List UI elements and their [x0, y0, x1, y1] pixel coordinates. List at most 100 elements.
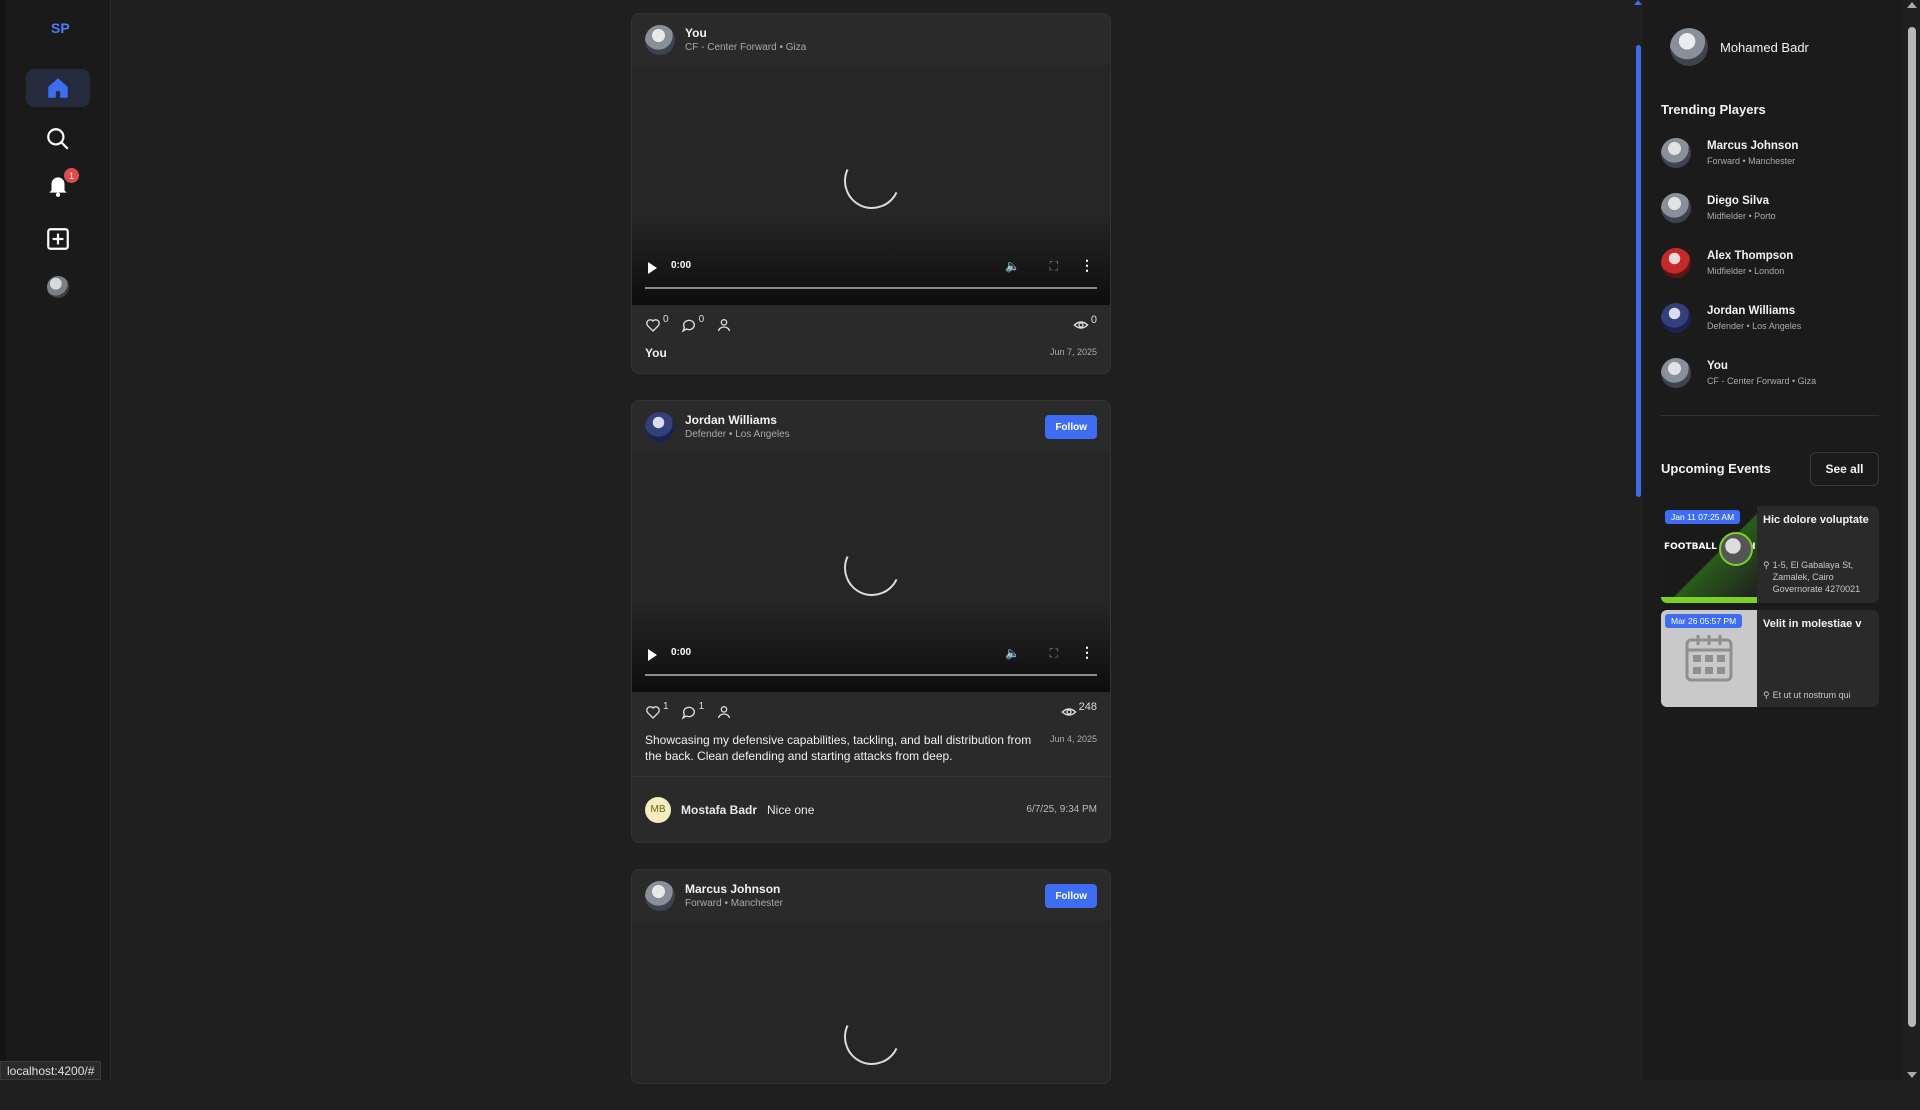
avatar[interactable] [645, 24, 675, 55]
trending-player-item[interactable]: Jordan Williams Defender • Los Angeles [1661, 303, 1801, 333]
like-button[interactable]: 1 [645, 701, 669, 720]
event-location: ⚲ Et ut ut nostrum qui [1763, 689, 1873, 701]
player-name: You [1707, 360, 1728, 372]
play-icon[interactable] [648, 262, 657, 274]
volume-icon[interactable]: 🔈 [1005, 646, 1020, 660]
trending-player-item[interactable]: You CF - Center Forward • Giza [1661, 358, 1816, 388]
play-icon[interactable] [648, 649, 657, 661]
video-player[interactable] [632, 921, 1110, 1083]
player-name: Diego Silva [1707, 195, 1769, 207]
user-icon [718, 706, 731, 719]
fullscreen-icon[interactable]: ⛶ [1050, 646, 1058, 661]
event-location: ⚲ 1-5, El Gabalaya St, Zamalek, Cairo Go… [1763, 559, 1873, 595]
avatar[interactable] [645, 411, 675, 442]
video-player[interactable]: 0:00 🔈 ⛶ ⋮ [632, 452, 1110, 692]
post-caption-row: You Jun 7, 2025 [632, 345, 1110, 373]
video-controls: 0:00 🔈 ⛶ ⋮ [632, 638, 1110, 692]
video-progress-bar[interactable] [645, 674, 1097, 676]
avatar [1661, 193, 1691, 223]
event-thumbnail: Mar 26 05:57 PM [1661, 610, 1757, 707]
feed: You CF - Center Forward • Giza 0:00 🔈 ⛶ … [631, 13, 1111, 1110]
current-user-name: Mohamed Badr [1720, 39, 1809, 55]
more-options-icon[interactable]: ⋮ [1080, 644, 1094, 661]
post-author[interactable]: Marcus Johnson [685, 882, 783, 896]
post-header: Jordan Williams Defender • Los Angeles F… [632, 401, 1110, 452]
post-caption: Showcasing my defensive capabilities, ta… [645, 733, 1032, 763]
trending-player-item[interactable]: Diego Silva Midfielder • Porto [1661, 193, 1776, 223]
video-player[interactable]: 0:00 🔈 ⛶ ⋮ [632, 65, 1110, 305]
scroll-down-arrow-icon[interactable] [1907, 1072, 1917, 1078]
nav-search-button[interactable] [26, 120, 90, 158]
page-scrollbar-thumb[interactable] [1908, 27, 1916, 1027]
player-meta: Midfielder • London [1707, 266, 1785, 276]
see-all-events-button[interactable]: See all [1810, 452, 1879, 486]
post-card: You CF - Center Forward • Giza 0:00 🔈 ⛶ … [631, 13, 1111, 374]
post-card: Marcus Johnson Forward • Manchester Foll… [631, 869, 1111, 1084]
upcoming-events-heading: Upcoming Events [1661, 461, 1771, 476]
football-icon [1719, 532, 1753, 566]
video-controls: 0:00 🔈 ⛶ ⋮ [632, 251, 1110, 305]
notification-badge: 1 [64, 168, 79, 183]
event-card[interactable]: Mar 26 05:57 PM Velit in molestiae v ⚲ E… [1661, 610, 1879, 707]
fullscreen-icon[interactable]: ⛶ [1050, 259, 1058, 274]
eye-icon [1060, 708, 1077, 716]
post-caption: You [645, 346, 667, 360]
follow-button[interactable]: Follow [1045, 415, 1097, 439]
eye-icon [1073, 321, 1089, 329]
heart-icon [646, 319, 660, 332]
calendar-icon [1685, 635, 1733, 682]
profile-link-button[interactable] [716, 704, 732, 720]
follow-button[interactable]: Follow [1045, 884, 1097, 908]
post-card: Jordan Williams Defender • Los Angeles F… [631, 400, 1111, 843]
nav-profile-button[interactable] [26, 268, 90, 306]
page-scrollbar[interactable] [1903, 0, 1920, 1080]
comment-author[interactable]: Mostafa Badr [681, 803, 757, 817]
location-pin-icon: ⚲ [1763, 560, 1770, 570]
event-location-text: 1-5, El Gabalaya St, Zamalek, Cairo Gove… [1772, 560, 1861, 594]
nav-notifications-button[interactable] [26, 166, 90, 204]
comment-icon [681, 706, 695, 720]
comment-button[interactable]: 1 [681, 701, 705, 720]
trending-player-item[interactable]: Alex Thompson Midfielder • London [1661, 248, 1793, 278]
event-date-badge: Jan 11 07:25 AM [1665, 510, 1741, 524]
avatar[interactable] [645, 880, 675, 911]
post-actions: 0 0 0 [632, 305, 1110, 345]
post-meta: CF - Center Forward • Giza [685, 42, 807, 53]
post-author[interactable]: You [685, 26, 806, 40]
avatar[interactable]: MB [645, 796, 671, 823]
comment-count: 0 [698, 314, 705, 325]
comment-button[interactable]: 0 [681, 314, 705, 333]
video-progress-bar[interactable] [645, 287, 1097, 289]
post-meta: Defender • Los Angeles [685, 429, 790, 440]
video-time: 0:00 [671, 647, 692, 658]
feed-scrollbar-thumb[interactable] [1636, 45, 1641, 497]
event-date-badge: Mar 26 05:57 PM [1665, 614, 1743, 628]
avatar [1661, 358, 1691, 388]
player-meta: Midfielder • Porto [1707, 211, 1776, 221]
like-button[interactable]: 0 [645, 314, 669, 333]
event-card[interactable]: FOOTBALL MATCH Jan 11 07:25 AM Hic dolor… [1661, 506, 1879, 603]
post-author[interactable]: Jordan Williams [685, 413, 790, 427]
status-bar-url: localhost:4200/# [0, 1061, 102, 1080]
loading-spinner-icon [836, 532, 908, 604]
home-icon [48, 78, 68, 98]
current-user[interactable]: Mohamed Badr [1670, 28, 1809, 66]
volume-icon[interactable]: 🔈 [1005, 259, 1020, 273]
nav-create-button[interactable] [26, 220, 90, 258]
nav-home-button[interactable] [26, 69, 90, 107]
app-logo[interactable]: SP [51, 20, 70, 36]
comment-item: MB Mostafa Badr Nice one 6/7/25, 9:34 PM [632, 776, 1110, 842]
right-sidebar: Mohamed Badr Trending Players Marcus Joh… [1643, 0, 1903, 1080]
comment-time: 6/7/25, 9:34 PM [1026, 804, 1097, 815]
scroll-up-arrow-icon[interactable] [1634, 0, 1642, 5]
scroll-up-arrow-icon[interactable] [1907, 2, 1917, 8]
avatar [1661, 303, 1691, 333]
player-name: Marcus Johnson [1707, 140, 1799, 152]
like-count: 1 [663, 701, 669, 712]
more-options-icon[interactable]: ⋮ [1080, 257, 1094, 274]
comment-count: 1 [698, 701, 705, 712]
profile-link-button[interactable] [716, 317, 732, 333]
trending-player-item[interactable]: Marcus Johnson Forward • Manchester [1661, 138, 1798, 168]
left-sidebar: SP 1 [6, 0, 111, 1080]
event-location-text: Et ut ut nostrum qui [1772, 690, 1851, 700]
